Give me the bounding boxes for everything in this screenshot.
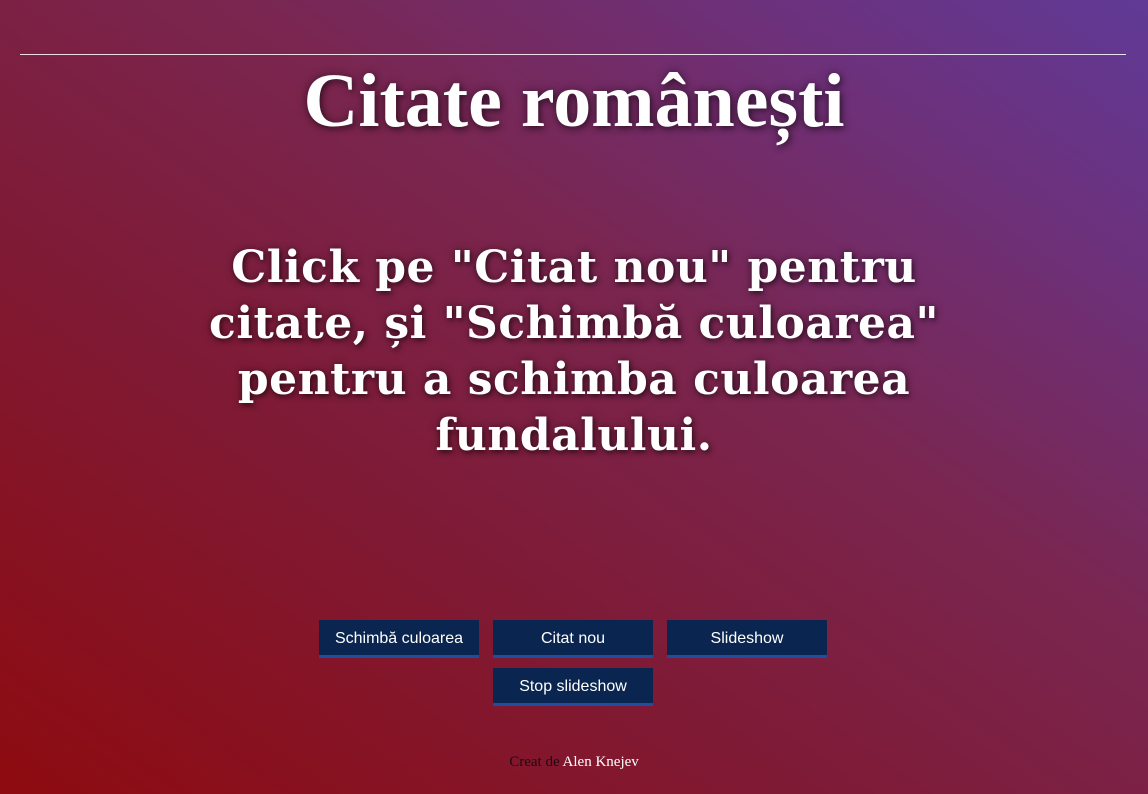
top-divider <box>20 54 1126 55</box>
footer-created-label: Creat de <box>509 754 560 770</box>
quote-text: Click pe "Citat nou" pentru citate, și "… <box>209 242 939 461</box>
footer: Creat de Alen Knejev <box>0 754 1148 771</box>
stop-slideshow-button[interactable]: Stop slideshow <box>493 668 653 706</box>
slideshow-button[interactable]: Slideshow <box>667 620 827 658</box>
change-color-button[interactable]: Schimbă culoarea <box>319 620 479 658</box>
page-title: Citate românești <box>303 59 845 143</box>
new-quote-button[interactable]: Citat nou <box>493 620 653 658</box>
footer-author: Alen Knejev <box>562 754 639 770</box>
